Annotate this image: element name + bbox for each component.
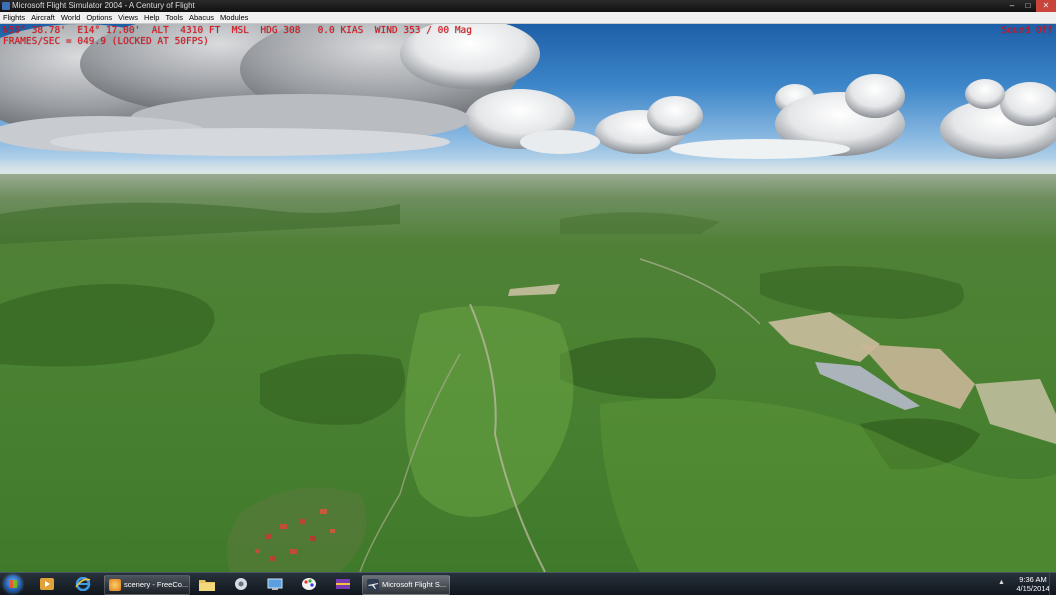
- simulator-viewport[interactable]: N50° 38.78' E14° 17.00' ALT 4310 FT MSL …: [0, 24, 1056, 572]
- menu-views[interactable]: Views: [115, 12, 141, 23]
- media-player-icon[interactable]: [34, 575, 60, 593]
- airplane-icon: [367, 579, 379, 591]
- menu-options[interactable]: Options: [83, 12, 115, 23]
- clock[interactable]: 9:36 AM 4/15/2014: [1016, 575, 1050, 593]
- pasture: [600, 398, 1056, 572]
- terrain-details: [0, 202, 1056, 572]
- forest-patch: [760, 266, 964, 319]
- menu-abacus[interactable]: Abacus: [186, 12, 217, 23]
- task-label-flight-simulator: Microsoft Flight S...: [382, 580, 447, 589]
- village: [226, 487, 367, 572]
- minimize-button[interactable]: –: [1004, 0, 1020, 12]
- hud-sound-status: Sound Off: [1001, 25, 1053, 36]
- plowed-field: [768, 312, 880, 362]
- menu-bar: Flights Aircraft World Options Views Hel…: [0, 12, 1056, 24]
- taskbar: scenery - FreeCo... Microsoft Flight S..…: [0, 572, 1056, 595]
- taskbar-task-flight-simulator[interactable]: Microsoft Flight S...: [362, 575, 450, 595]
- ridge-far-center: [560, 212, 720, 234]
- menu-modules[interactable]: Modules: [217, 12, 251, 23]
- ridge-far-left: [0, 202, 400, 244]
- browser-icon: [109, 579, 121, 591]
- menu-aircraft[interactable]: Aircraft: [28, 12, 58, 23]
- menu-world[interactable]: World: [58, 12, 83, 23]
- hud-frame-rate: FRAMES/SEC = 049.9 (LOCKED AT 50FPS): [3, 36, 209, 47]
- maximize-button[interactable]: □: [1020, 0, 1036, 12]
- tools-icon[interactable]: [228, 575, 254, 593]
- road: [639, 258, 761, 325]
- menu-help[interactable]: Help: [141, 12, 162, 23]
- paint-icon[interactable]: [296, 575, 322, 593]
- window-title-bar[interactable]: Microsoft Flight Simulator 2004 - A Cent…: [0, 0, 1056, 12]
- internet-explorer-icon[interactable]: [70, 575, 96, 593]
- window-title: Microsoft Flight Simulator 2004 - A Cent…: [12, 1, 195, 10]
- clock-time: 9:36 AM: [1019, 575, 1047, 584]
- taskbar-task-browser[interactable]: scenery - FreeCo...: [104, 575, 190, 595]
- folder-icon[interactable]: [194, 575, 220, 593]
- menu-flights[interactable]: Flights: [0, 12, 28, 23]
- cumulus-clouds-right: [520, 74, 1056, 159]
- window-controls: – □ ✕: [1004, 0, 1056, 12]
- start-button[interactable]: [4, 575, 22, 593]
- clock-date: 4/15/2014: [1016, 584, 1050, 593]
- forest-patch: [260, 354, 405, 425]
- plowed-field: [975, 379, 1056, 444]
- task-label-browser: scenery - FreeCo...: [124, 580, 189, 589]
- show-hidden-icons-arrow-icon[interactable]: ▲: [998, 579, 1005, 586]
- show-desktop-button[interactable]: [1049, 573, 1056, 595]
- forest-patch: [0, 284, 215, 367]
- menu-tools[interactable]: Tools: [162, 12, 186, 23]
- app-icon[interactable]: [330, 575, 356, 593]
- hud-position-readout: N50° 38.78' E14° 17.00' ALT 4310 FT MSL …: [3, 25, 472, 36]
- plowed-field: [860, 344, 975, 409]
- system-tray: ▲ 9:36 AM 4/15/2014: [996, 573, 1056, 595]
- network-icon[interactable]: [262, 575, 288, 593]
- forest-patch: [560, 337, 716, 399]
- app-icon: [2, 2, 10, 10]
- plowed-field: [508, 284, 560, 296]
- close-button[interactable]: ✕: [1036, 0, 1056, 12]
